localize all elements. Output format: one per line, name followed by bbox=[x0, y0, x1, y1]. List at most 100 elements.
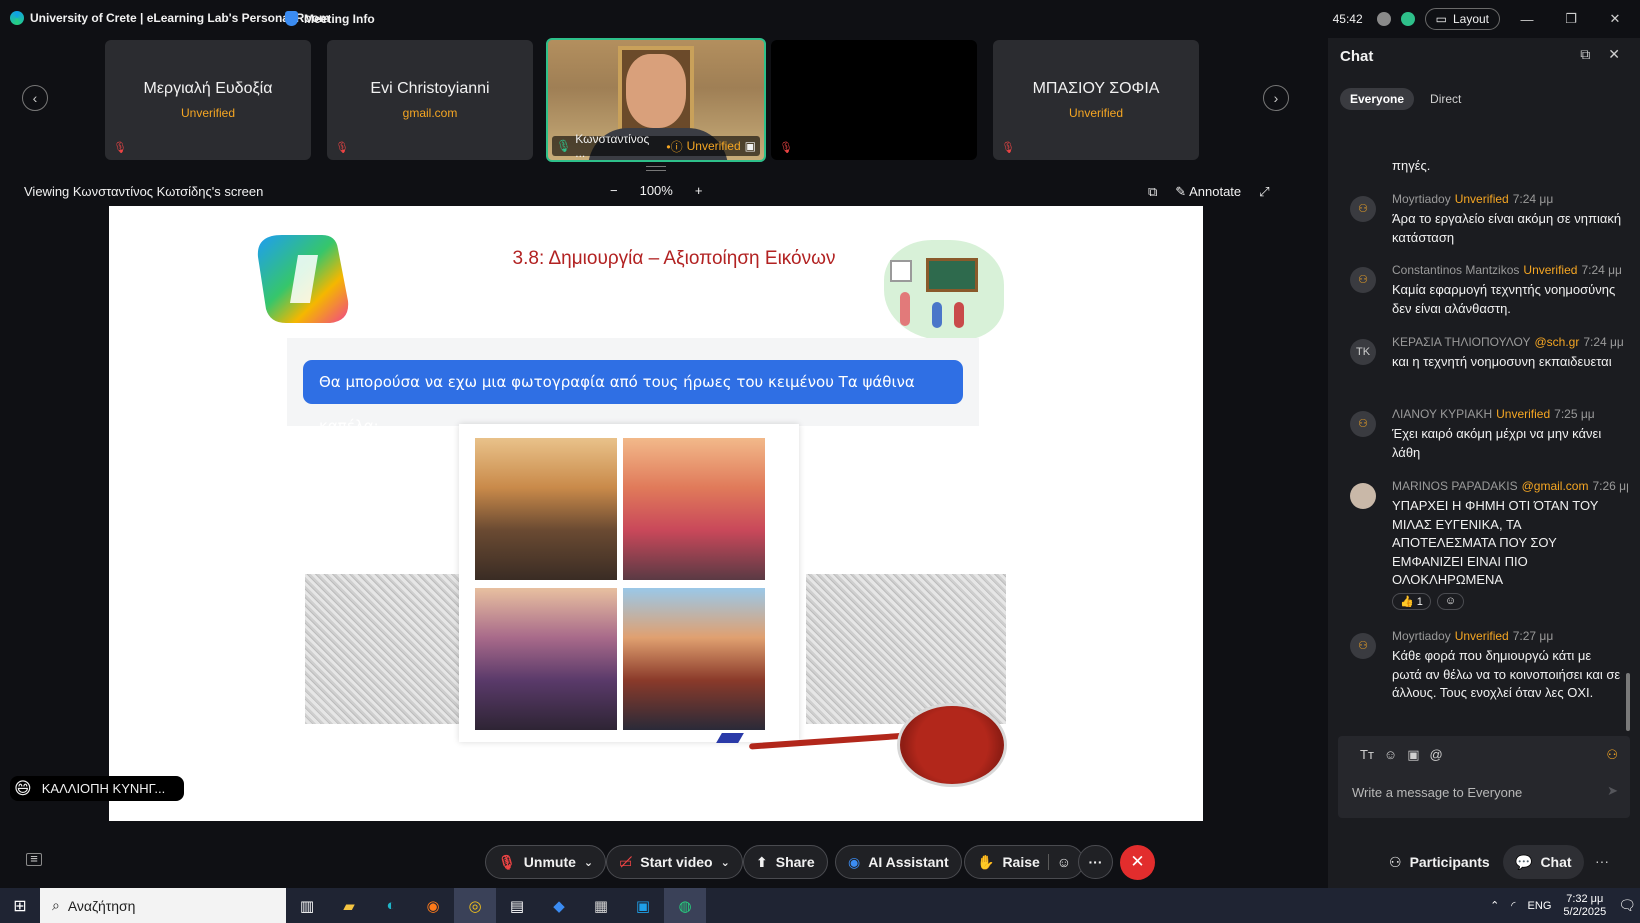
message-time: 7:27 μμ bbox=[1512, 629, 1554, 643]
close-icon[interactable]: ✕ bbox=[1608, 46, 1620, 63]
annotate-button[interactable]: ✎ Annotate bbox=[1175, 184, 1241, 200]
more-options-button[interactable]: ··· bbox=[1078, 845, 1113, 879]
wifi-icon[interactable]: ◜ bbox=[1511, 899, 1515, 912]
text-format-icon[interactable]: Tт bbox=[1360, 747, 1374, 763]
minimize-icon[interactable]: — bbox=[1510, 12, 1544, 27]
app-icon[interactable]: ▦ bbox=[580, 888, 622, 923]
participants-button[interactable]: ⚇ Participants bbox=[1377, 845, 1502, 879]
speaker-label: 🎙 Κωνσταντίνος ... •ⓘ Unverified ▣ bbox=[552, 132, 760, 160]
layout-label: Layout bbox=[1452, 12, 1489, 26]
active-speaker-tile[interactable]: 🎙 Κωνσταντίνος ... •ⓘ Unverified ▣ bbox=[546, 38, 766, 162]
generated-image[interactable] bbox=[475, 438, 617, 580]
meeting-info-button[interactable]: Meeting Info bbox=[285, 11, 375, 26]
video-tile[interactable]: ΜΠΑΣΙΟΥ ΣΟΦΙΑ Unverified 🎙 bbox=[993, 40, 1199, 160]
muted-mic-icon: 🎙 bbox=[335, 142, 349, 154]
chat-toggle-button[interactable]: 💬 Chat bbox=[1503, 845, 1584, 879]
send-icon[interactable]: ➤ bbox=[1607, 783, 1618, 799]
zoom-out-button[interactable]: − bbox=[610, 183, 618, 198]
file-explorer-icon[interactable]: ▰ bbox=[328, 888, 370, 923]
zoom-level[interactable]: 100% bbox=[640, 183, 673, 198]
windows-start-icon[interactable]: ⊞ bbox=[0, 896, 40, 916]
strip-prev-arrow-icon[interactable]: ‹ bbox=[22, 85, 48, 111]
mic-on-icon: 🎙 bbox=[556, 139, 572, 153]
unmute-button[interactable]: 🎙 Unmute ⌄ bbox=[485, 845, 607, 879]
muted-mic-icon: 🎙 bbox=[498, 853, 516, 870]
gif-icon[interactable]: ▣ bbox=[1407, 747, 1419, 763]
chat-scrollbar[interactable] bbox=[1626, 673, 1630, 731]
webex-taskbar-icon[interactable]: ◍ bbox=[664, 888, 706, 923]
layout-button[interactable]: ▭ Layout bbox=[1424, 8, 1500, 30]
video-tile[interactable]: 🎙 bbox=[771, 40, 977, 160]
composer-tools: Tт ☺ ▣ @ bbox=[1360, 747, 1443, 763]
chevron-up-icon[interactable]: ⌃ bbox=[1490, 899, 1499, 912]
avatar-initials: TK bbox=[1350, 339, 1376, 365]
pop-out-icon[interactable]: ⧉ bbox=[1148, 184, 1157, 200]
avatar-person-icon: ⚇ bbox=[1350, 267, 1376, 293]
tab-everyone[interactable]: Everyone bbox=[1340, 88, 1415, 110]
taskbar-search[interactable]: ⌕ Αναζήτηση bbox=[40, 888, 286, 923]
overflow-menu-icon[interactable]: ··· bbox=[1595, 853, 1609, 869]
shield-icon bbox=[285, 11, 298, 26]
message-badge: @gmail.com bbox=[1521, 479, 1589, 493]
chalkboard bbox=[926, 258, 978, 292]
message-reactions: 👍 1 ☺ bbox=[1392, 593, 1465, 610]
classroom-illustration bbox=[884, 240, 1004, 340]
generated-image[interactable] bbox=[623, 588, 765, 730]
windows-taskbar: ⊞ ⌕ Αναζήτηση ▥ ▰ ◐ ◉ ◎ ▤ ◆ ▦ ▣ ◍ ⌃ ◜ EN… bbox=[0, 888, 1640, 923]
share-button[interactable]: ⬆ Share bbox=[743, 845, 828, 879]
video-tile[interactable]: Μεργιαλή Ευδοξία Unverified 🎙 bbox=[105, 40, 311, 160]
message-time: 7:24 μμ bbox=[1581, 263, 1622, 277]
generated-image[interactable] bbox=[623, 438, 765, 580]
leave-meeting-button[interactable]: ✕ bbox=[1120, 845, 1155, 880]
video-tile[interactable]: Evi Christoyianni gmail.com 🎙 bbox=[327, 40, 533, 160]
store-icon[interactable]: ▤ bbox=[496, 888, 538, 923]
chevron-down-icon[interactable]: ⌄ bbox=[584, 856, 593, 869]
task-view-icon[interactable]: ▥ bbox=[286, 888, 328, 923]
reactions-icon[interactable]: ☺ bbox=[1047, 854, 1071, 870]
participants-label: Participants bbox=[1409, 854, 1490, 870]
shared-screen[interactable]: 3.8: Δημιουργία – Αξιοποίηση Εικόνων Θα … bbox=[109, 206, 1203, 821]
zoom-in-button[interactable]: + bbox=[695, 183, 703, 198]
firefox-icon[interactable]: ◉ bbox=[412, 888, 454, 923]
start-video-label: Start video bbox=[640, 854, 713, 870]
strip-next-arrow-icon[interactable]: › bbox=[1263, 85, 1289, 111]
system-clock[interactable]: 7:32 μμ 5/2/2025 bbox=[1563, 893, 1606, 919]
restore-icon[interactable]: ❐ bbox=[1554, 11, 1588, 27]
chat-message-input[interactable] bbox=[1346, 780, 1592, 804]
system-tray: ⌃ ◜ ENG 7:32 μμ 5/2/2025 🗨 bbox=[1490, 888, 1636, 923]
captions-icon[interactable]: ≡ bbox=[26, 852, 42, 866]
message-badge: Unverified bbox=[1454, 192, 1509, 206]
start-video-button[interactable]: ▭̸ Start video ⌄ bbox=[606, 845, 743, 879]
strip-resize-handle[interactable] bbox=[646, 166, 666, 171]
connection-status-icon[interactable] bbox=[1376, 12, 1391, 26]
message-meta: Moyrtiadoy Unverified 7:24 μμ bbox=[1392, 192, 1553, 206]
pop-out-icon[interactable]: ⧉ bbox=[1580, 46, 1590, 63]
recipient-icon[interactable]: ⚇ bbox=[1606, 747, 1618, 763]
edge-browser-icon[interactable]: ◐ bbox=[370, 888, 412, 923]
language-indicator[interactable]: ENG bbox=[1528, 900, 1552, 912]
participant-status: gmail.com bbox=[402, 106, 458, 120]
audio-status-icon[interactable] bbox=[1400, 12, 1415, 26]
webex-logo-icon bbox=[10, 11, 24, 25]
speaker-face bbox=[626, 54, 686, 128]
fullscreen-icon[interactable]: ⤢ bbox=[1259, 184, 1269, 200]
vscode-icon[interactable]: ◆ bbox=[538, 888, 580, 923]
chrome-icon[interactable]: ◎ bbox=[454, 888, 496, 923]
ai-assistant-button[interactable]: ◉ AI Assistant bbox=[835, 845, 962, 879]
add-reaction-icon[interactable]: ☺ bbox=[1436, 593, 1465, 610]
raise-hand-button[interactable]: ✋ Raise ☺ bbox=[964, 845, 1085, 879]
tab-direct[interactable]: Direct bbox=[1420, 88, 1471, 110]
app-icon[interactable]: ▣ bbox=[622, 888, 664, 923]
message-badge: Unverified bbox=[1496, 407, 1551, 421]
emoji-icon[interactable]: ☺ bbox=[1384, 747, 1397, 763]
notifications-icon[interactable]: 🗨 bbox=[1618, 897, 1636, 914]
thumbs-up-reaction[interactable]: 👍 1 bbox=[1392, 593, 1431, 610]
chevron-down-icon[interactable]: ⌄ bbox=[721, 856, 730, 869]
close-icon[interactable]: ✕ bbox=[1598, 11, 1632, 27]
mention-icon[interactable]: @ bbox=[1429, 747, 1442, 763]
message-sender: Constantinos Mantzikos bbox=[1392, 263, 1520, 277]
reaction-count: 1 bbox=[1416, 596, 1423, 608]
student-figure bbox=[954, 302, 964, 328]
generated-image[interactable] bbox=[475, 588, 617, 730]
laugh-emoji-icon: 😄 bbox=[14, 778, 32, 798]
